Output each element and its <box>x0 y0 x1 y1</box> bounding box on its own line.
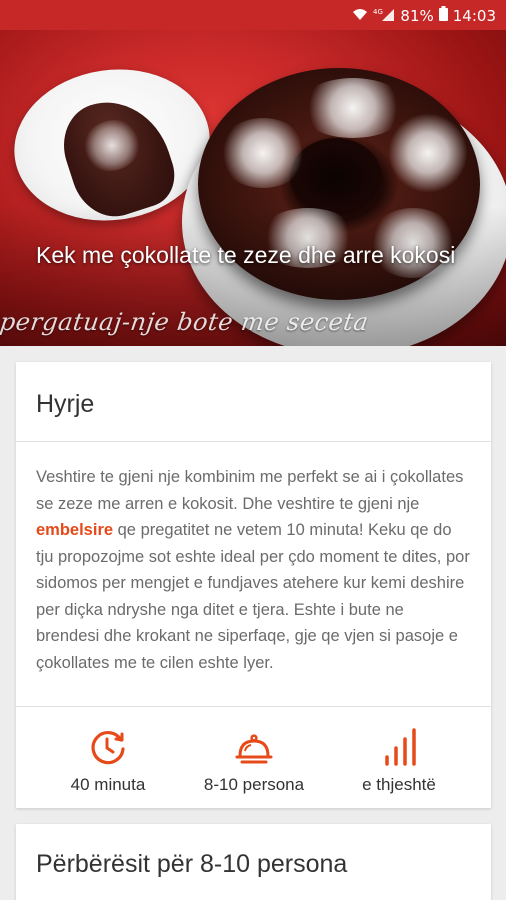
coconut-topping <box>298 78 408 138</box>
status-bar: 4G 81% 14:03 <box>0 0 506 30</box>
recipe-hero-image: Kek me çokollate te zeze dhe arre kokosi… <box>0 30 506 346</box>
image-watermark: pergatuaj-nje bote me seceta <box>0 308 371 336</box>
network-type-label: 4G <box>373 8 383 16</box>
signal-bars-icon <box>346 727 452 767</box>
difficulty: e thjeshtë <box>346 727 452 795</box>
servings-label: 8-10 persona <box>203 775 305 794</box>
serving-dish-icon <box>188 727 320 767</box>
intro-text-part: Veshtire te gjeni nje kombinim me perfek… <box>36 468 464 513</box>
battery-icon <box>438 6 448 25</box>
clock-time: 14:03 <box>452 6 496 25</box>
coconut-topping <box>218 118 308 188</box>
embelsire-link[interactable]: embelsire <box>36 521 113 539</box>
intro-heading: Hyrje <box>16 362 491 442</box>
intro-card: Hyrje Veshtire te gjeni nje kombinim me … <box>16 362 491 808</box>
coconut-topping <box>388 113 468 193</box>
servings: 8-10 persona <box>188 727 320 795</box>
recipe-meta-row: 40 minuta 8-10 persona e thjeshtë <box>16 706 491 808</box>
battery-percent: 81% <box>400 6 434 25</box>
wifi-icon <box>352 7 368 25</box>
prep-time-label: 40 minuta <box>70 775 146 794</box>
prep-time: 40 minuta <box>58 727 158 795</box>
clock-timer-icon <box>58 727 158 767</box>
ingredients-card: Përbërësit për 8-10 persona <box>16 824 491 900</box>
ingredients-heading: Përbërësit për 8-10 persona <box>36 850 348 878</box>
network-signal-icon: 4G <box>373 7 395 25</box>
difficulty-label: e thjeshtë <box>362 775 436 794</box>
intro-text-part: qe pregatitet ne vetem 10 minuta! Keku q… <box>36 521 470 672</box>
recipe-title: Kek me çokollate te zeze dhe arre kokosi <box>36 242 456 268</box>
intro-text: Veshtire te gjeni nje kombinim me perfek… <box>16 442 491 706</box>
